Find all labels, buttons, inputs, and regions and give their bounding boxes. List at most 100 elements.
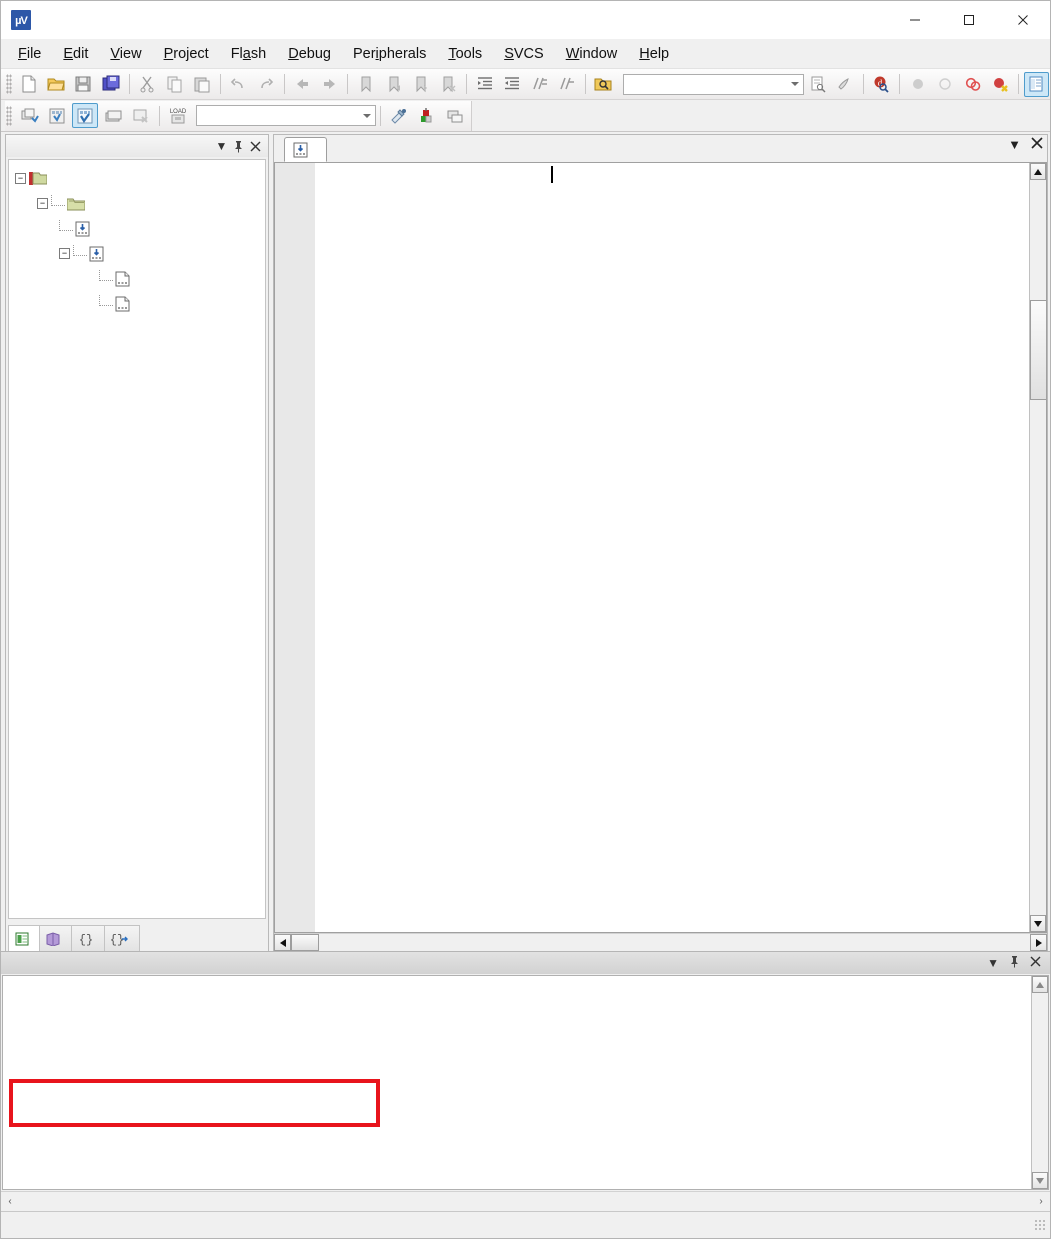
expander-icon[interactable]: −	[59, 248, 70, 259]
tab-functions[interactable]: {}	[71, 925, 105, 951]
tree-node-reg52-h[interactable]	[13, 266, 261, 291]
scroll-left-button[interactable]	[274, 934, 291, 951]
toolbar-grip[interactable]	[6, 105, 12, 126]
build-horizontal-scrollbar[interactable]: ‹ ›	[1, 1191, 1050, 1211]
download-icon[interactable]: LOAD	[165, 103, 191, 128]
save-all-icon[interactable]	[98, 72, 123, 97]
paste-icon[interactable]	[189, 72, 214, 97]
project-window-icon[interactable]	[1023, 71, 1050, 97]
tree-node-main-c[interactable]: −	[13, 241, 261, 266]
open-file-icon[interactable]	[43, 72, 68, 97]
comment-icon[interactable]	[527, 72, 552, 97]
code-area[interactable]	[274, 162, 1047, 933]
chevron-down-icon[interactable]: ▼	[1008, 137, 1021, 152]
tree-node-source-group-1[interactable]: −	[13, 191, 261, 216]
cut-icon[interactable]	[135, 72, 160, 97]
code-text[interactable]	[333, 163, 1029, 932]
menu-svcs[interactable]: SVCS	[493, 43, 555, 65]
close-icon[interactable]	[247, 137, 264, 155]
project-tree[interactable]: − − −	[8, 159, 266, 919]
new-file-icon[interactable]	[16, 72, 41, 97]
menu-tools[interactable]: Tools	[437, 43, 493, 65]
search-input[interactable]	[623, 73, 804, 95]
resize-grip-icon[interactable]	[1034, 1219, 1046, 1231]
editor-vertical-scrollbar[interactable]	[1029, 163, 1046, 932]
scroll-left-button[interactable]: ‹	[2, 1194, 18, 1210]
toolbar-grip[interactable]	[6, 74, 12, 94]
scroll-up-button[interactable]	[1032, 976, 1048, 993]
copy-icon[interactable]	[162, 72, 187, 97]
bookmark-toggle-icon[interactable]	[353, 72, 378, 97]
close-button[interactable]	[996, 1, 1050, 39]
bookmark-next-icon[interactable]	[408, 72, 433, 97]
scroll-right-button[interactable]	[1030, 934, 1047, 951]
navigate-back-icon[interactable]	[290, 72, 315, 97]
tree-node-intrins-h[interactable]	[13, 291, 261, 316]
indent-icon[interactable]	[472, 72, 497, 97]
menu-project[interactable]: Project	[153, 43, 220, 65]
kill-breakpoints-icon[interactable]	[932, 72, 957, 97]
scroll-thumb[interactable]	[291, 934, 319, 951]
menu-debug[interactable]: Debug	[277, 43, 342, 65]
scroll-right-button[interactable]: ›	[1033, 1194, 1049, 1210]
chevron-down-icon[interactable]: ▼	[982, 956, 1004, 970]
maximize-button[interactable]	[942, 1, 996, 39]
menu-view[interactable]: View	[99, 43, 152, 65]
editor-horizontal-scrollbar[interactable]	[274, 933, 1047, 951]
build-icon[interactable]	[44, 103, 70, 128]
menu-flash[interactable]: Flash	[220, 43, 278, 65]
scroll-up-button[interactable]	[1030, 163, 1046, 180]
fold-margin[interactable]	[315, 163, 333, 932]
tree-node-target1[interactable]: −	[13, 166, 261, 191]
pin-icon[interactable]	[230, 137, 247, 155]
target-options-icon[interactable]	[386, 103, 412, 128]
bookmark-clear-icon[interactable]	[436, 72, 461, 97]
translate-icon[interactable]	[16, 103, 42, 128]
uncomment-icon[interactable]	[554, 72, 579, 97]
target-select[interactable]	[196, 105, 376, 126]
menu-file[interactable]: File	[7, 43, 52, 65]
scroll-down-button[interactable]	[1032, 1172, 1048, 1189]
outdent-icon[interactable]	[499, 72, 524, 97]
editor-tab-main-c[interactable]	[284, 137, 327, 162]
chevron-down-icon[interactable]	[363, 113, 371, 118]
chevron-down-icon[interactable]	[790, 82, 799, 86]
save-icon[interactable]	[71, 72, 96, 97]
multi-project-icon[interactable]	[442, 103, 468, 128]
menu-help[interactable]: Help	[628, 43, 680, 65]
close-icon[interactable]	[1025, 956, 1046, 970]
rebuild-icon[interactable]	[72, 103, 98, 128]
pin-icon[interactable]	[1004, 955, 1025, 971]
insert-breakpoint-icon[interactable]	[905, 72, 930, 97]
minimize-button[interactable]	[888, 1, 942, 39]
disable-breakpoint-icon[interactable]	[960, 72, 985, 97]
manage-components-icon[interactable]	[414, 103, 440, 128]
bookmark-list-icon[interactable]	[805, 72, 830, 97]
stop-build-icon[interactable]	[128, 103, 154, 128]
bookmark-prev-icon[interactable]	[381, 72, 406, 97]
tab-project[interactable]	[8, 925, 40, 951]
menu-peripherals[interactable]: Peripherals	[342, 43, 437, 65]
close-icon[interactable]	[1031, 137, 1043, 152]
expander-icon[interactable]: −	[37, 198, 48, 209]
undo-icon[interactable]	[226, 72, 251, 97]
tab-books[interactable]	[39, 925, 72, 951]
redo-icon[interactable]	[253, 72, 278, 97]
find-in-files-icon[interactable]	[591, 72, 616, 97]
tab-templates[interactable]: {}	[104, 925, 140, 951]
find-icon[interactable]	[832, 72, 857, 97]
start-debug-icon[interactable]: d	[869, 72, 894, 97]
build-output-body[interactable]	[2, 975, 1049, 1190]
kill-all-breakpoints-icon[interactable]	[987, 72, 1012, 97]
build-vertical-scrollbar[interactable]	[1031, 976, 1048, 1189]
navigate-forward-icon[interactable]	[317, 72, 342, 97]
menu-edit[interactable]: Edit	[52, 43, 99, 65]
editor-tab-controls: ▼	[1008, 137, 1043, 152]
menu-window[interactable]: Window	[555, 43, 629, 65]
scroll-down-button[interactable]	[1030, 915, 1046, 932]
tree-node-startup-a51[interactable]	[13, 216, 261, 241]
chevron-down-icon[interactable]: ▼	[213, 137, 230, 155]
batch-build-icon[interactable]	[100, 103, 126, 128]
scroll-thumb[interactable]	[1030, 300, 1046, 400]
expander-icon[interactable]: −	[15, 173, 26, 184]
